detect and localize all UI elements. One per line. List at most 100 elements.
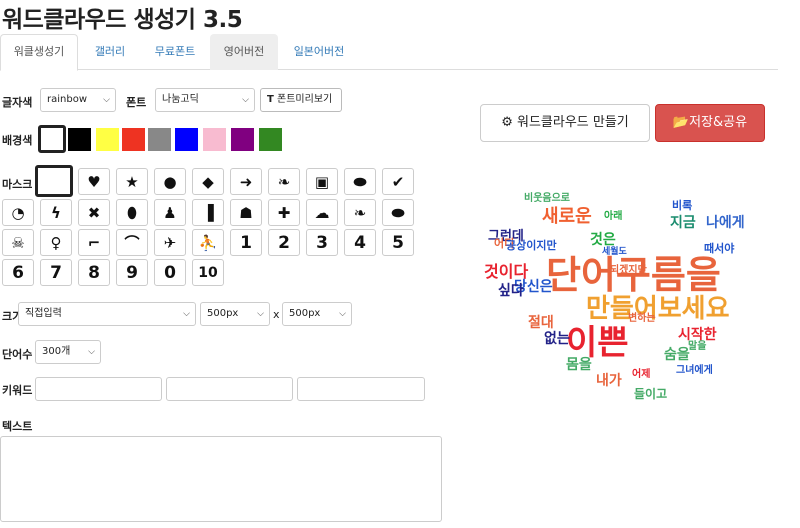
runner-icon[interactable]: ⛹ <box>192 229 224 256</box>
wordcloud-word: 만들어보세요 <box>586 294 730 324</box>
make-wordcloud-button[interactable]: ⚙ 워드클라우드 만들기 <box>480 104 650 142</box>
chevron-down-icon: ⌵ <box>183 309 190 319</box>
wordcloud-word: 되겠지만 <box>610 265 647 276</box>
tint-icon[interactable]: ⬮ <box>116 199 148 226</box>
chevron-down-icon: ⌵ <box>88 347 95 357</box>
camera-icon[interactable]: ▣ <box>306 168 338 195</box>
bg-color-swatch[interactable] <box>96 128 119 151</box>
gun-icon[interactable]: ⌐ <box>78 229 110 256</box>
number-0-button[interactable]: 0 <box>154 259 186 286</box>
wordcloud-preview: 단어구름을 만들어보세요 이쁜 새로운 것은 지금 나에게 그런데 것이다 당신은 절대 시작한 없는 내… <box>478 188 768 428</box>
folder-open-icon: 📂 <box>672 115 690 130</box>
keyword-input-2[interactable] <box>166 377 293 401</box>
bg-color-swatch[interactable] <box>175 128 198 151</box>
comment-icon[interactable]: ⬬ <box>344 168 376 195</box>
number-1-button[interactable]: 1 <box>230 229 262 256</box>
wordcloud-word: 시작한 <box>678 327 717 343</box>
wordcloud-word: 것은 <box>590 232 616 248</box>
wordcloud-word: 어제 <box>632 369 651 380</box>
check-icon[interactable]: ✔ <box>382 168 414 195</box>
width-select[interactable]: 500px ⌵ <box>200 302 270 326</box>
number-3-button[interactable]: 3 <box>306 229 338 256</box>
wordcloud-word: 지금 <box>670 215 696 231</box>
bg-color-swatch[interactable] <box>122 128 145 151</box>
text-color-value: rainbow <box>47 94 87 105</box>
number-6-button[interactable]: 6 <box>2 259 34 286</box>
wordcloud-word: 몸을 <box>566 357 592 373</box>
number-9-button[interactable]: 9 <box>116 259 148 286</box>
bg-color-swatch[interactable] <box>148 128 171 151</box>
wordcloud-word: 비웃음으로 <box>524 193 570 204</box>
number-5-button[interactable]: 5 <box>382 229 414 256</box>
wordcloud-word: 세월도 <box>602 247 627 257</box>
cloud-icon[interactable]: ☁ <box>306 199 338 226</box>
tab-english[interactable]: 영어버전 <box>210 34 278 70</box>
save-share-label: 저장&공유 <box>689 115 748 130</box>
diamond-icon[interactable]: ◆ <box>192 168 224 195</box>
plane-icon[interactable]: ✈ <box>154 229 186 256</box>
dinosaur-icon[interactable]: ☠ <box>2 229 34 256</box>
keyword-input-1[interactable] <box>35 377 162 401</box>
wordcloud-word: 숨을 <box>664 347 690 363</box>
number-7-button[interactable]: 7 <box>40 259 72 286</box>
ghost-icon[interactable]: ☗ <box>230 199 262 226</box>
number-8-button[interactable]: 8 <box>78 259 110 286</box>
plus-icon[interactable]: ✚ <box>268 199 300 226</box>
wordcloud-word: 들이고 <box>634 387 668 401</box>
gear-icon: ⚙ <box>501 115 513 130</box>
size-mode-value: 직접입력 <box>25 308 62 319</box>
font-preview-button[interactable]: T 폰트미리보기 <box>260 88 342 112</box>
number-4-button[interactable]: 4 <box>344 229 376 256</box>
tab-japanese[interactable]: 일본어버전 <box>280 34 358 70</box>
wordcloud-word: 것이다 <box>484 262 529 281</box>
bg-color-swatch[interactable] <box>231 128 254 151</box>
tab-generator[interactable]: 워클생성기 <box>0 34 78 71</box>
user-icon[interactable]: ♟ <box>154 199 186 226</box>
flash-icon[interactable]: ϟ <box>40 199 72 226</box>
bg-color-swatch[interactable] <box>38 125 66 153</box>
star-icon[interactable]: ★ <box>116 168 148 195</box>
wordcloud-word: 비록 <box>672 199 693 212</box>
font-preview-label: 폰트미리보기 <box>277 94 333 105</box>
number-10-button[interactable]: 10 <box>192 259 224 286</box>
close-icon[interactable]: ✖ <box>78 199 110 226</box>
bird-icon[interactable]: ❧ <box>344 199 376 226</box>
wordcloud-word: 싶다 <box>498 283 524 299</box>
circle-icon[interactable]: ● <box>154 168 186 195</box>
bg-color-swatch[interactable] <box>68 128 91 151</box>
height-select[interactable]: 500px ⌵ <box>282 302 352 326</box>
heart-icon[interactable]: ♥ <box>78 168 110 195</box>
wordcloud-word: 때서야 <box>704 242 735 255</box>
tab-free-fonts[interactable]: 무료폰트 <box>142 34 208 70</box>
size-mode-select[interactable]: 직접입력 ⌵ <box>18 302 196 326</box>
wordcloud-word: 공상이지만 <box>506 239 557 252</box>
font-select[interactable]: 나눔고딕 ⌵ <box>155 88 255 112</box>
bg-color-label: 배경색 <box>2 134 33 147</box>
keyword-label: 키워드 <box>2 384 33 397</box>
wordcloud-word: 이쁜 <box>566 323 629 363</box>
bg-color-swatch[interactable] <box>259 128 282 151</box>
save-share-button[interactable]: 📂저장&공유 <box>655 104 765 142</box>
hat-icon[interactable]: ⌒ <box>116 229 148 256</box>
butterfly-icon[interactable]: ❧ <box>268 168 300 195</box>
chevron-down-icon: ⌵ <box>242 95 249 105</box>
clock-icon[interactable]: ◔ <box>2 199 34 226</box>
wordcloud-word: 내가 <box>596 373 622 389</box>
lips-icon[interactable]: ⬬ <box>382 199 414 226</box>
wordcloud-word: 아래 <box>604 211 623 222</box>
woman-icon[interactable]: ♀ <box>40 229 72 256</box>
width-value: 500px <box>207 308 239 319</box>
text-color-select[interactable]: rainbow ⌵ <box>40 88 116 112</box>
arrow-right-icon[interactable]: ➜ <box>230 168 262 195</box>
chevron-down-icon: ⌵ <box>103 95 110 105</box>
number-2-button[interactable]: 2 <box>268 229 300 256</box>
keyword-input-3[interactable] <box>297 377 425 401</box>
signal-icon[interactable]: ▐ <box>192 199 224 226</box>
chevron-down-icon: ⌵ <box>257 309 264 319</box>
word-count-select[interactable]: 300개 ⌵ <box>35 340 101 364</box>
tab-gallery[interactable]: 갤러리 <box>80 34 140 70</box>
mask-none[interactable] <box>35 165 73 197</box>
wordcloud-word: 절대 <box>528 315 554 331</box>
text-input-area[interactable] <box>0 436 442 522</box>
bg-color-swatch[interactable] <box>203 128 226 151</box>
